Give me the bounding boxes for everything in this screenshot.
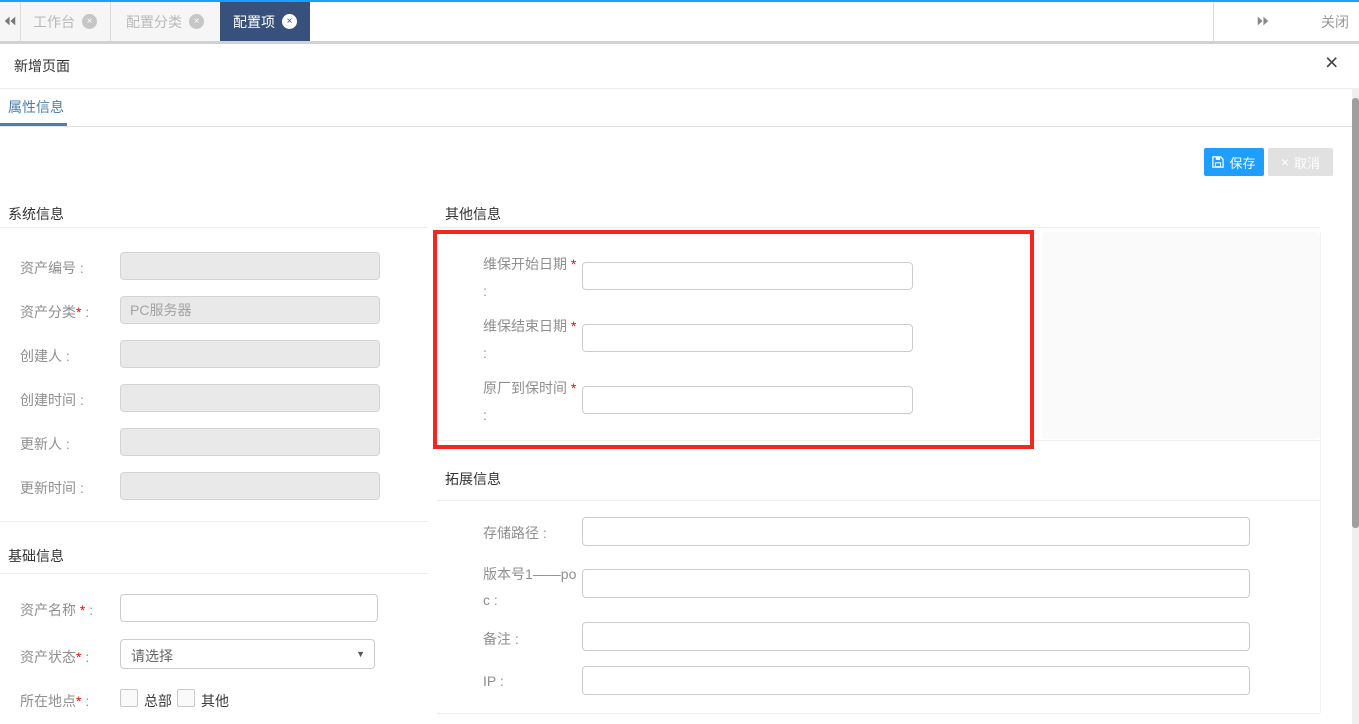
section-divider xyxy=(437,227,1320,228)
create-time-label: 创建时间 : xyxy=(20,390,84,410)
section-title-system-info: 系统信息 xyxy=(8,204,64,224)
asset-status-label: 资产状态* : xyxy=(20,647,89,667)
asset-code-input xyxy=(120,252,380,280)
scrollbar-thumb[interactable] xyxy=(1352,98,1359,528)
ip-input[interactable] xyxy=(582,666,1250,695)
remark-label: 备注 : xyxy=(483,629,519,649)
location-checkbox-other[interactable] xyxy=(177,689,195,707)
tab-attribute-info[interactable]: 属性信息 xyxy=(8,97,64,117)
section-divider xyxy=(0,227,428,228)
ip-label: IP : xyxy=(483,673,504,689)
chevron-down-icon: ▼ xyxy=(356,649,365,659)
maintenance-end-date-input[interactable] xyxy=(582,324,913,352)
tab-bar-right-area xyxy=(310,2,1359,41)
close-tabs-button[interactable]: 关闭 xyxy=(1311,2,1359,41)
header-divider xyxy=(0,88,1359,89)
asset-code-label: 资产编号 : xyxy=(20,258,84,278)
section-title-extend-info: 拓展信息 xyxy=(445,469,501,489)
creator-label: 创建人 : xyxy=(20,346,70,366)
dialog-close-icon[interactable]: × xyxy=(1325,50,1338,74)
section-divider xyxy=(437,500,1320,501)
update-time-label: 更新时间 : xyxy=(20,478,84,498)
tab-config-item-active[interactable]: 配置项 × xyxy=(220,2,310,41)
updater-label: 更新人 : xyxy=(20,434,70,454)
warranty-expiry-input[interactable] xyxy=(582,386,913,414)
version-label: 版本号1——poc : xyxy=(483,561,580,613)
version-input[interactable] xyxy=(582,569,1250,598)
section-divider xyxy=(0,521,428,522)
empty-panel-area xyxy=(1042,232,1320,439)
create-time-input xyxy=(120,384,380,412)
section-title-other-info: 其他信息 xyxy=(445,204,501,224)
section-divider xyxy=(437,713,1320,714)
cancel-button[interactable]: × 取消 xyxy=(1268,148,1333,176)
content-right-border xyxy=(1320,232,1321,713)
app-window: 工作台 × 配置分类 × 配置项 × 关闭 新增页面 × 属性信息 保存 xyxy=(0,0,1359,724)
section-divider xyxy=(0,573,428,574)
save-icon xyxy=(1212,156,1224,168)
tab-label: 工作台 xyxy=(33,12,75,32)
asset-category-label: 资产分类* : xyxy=(20,302,89,322)
double-right-arrow-icon xyxy=(1256,14,1270,30)
tab-close-icon[interactable]: × xyxy=(282,14,297,29)
maintenance-start-date-input[interactable] xyxy=(582,262,913,290)
remark-input[interactable] xyxy=(582,622,1250,651)
tab-config-category[interactable]: 配置分类 × xyxy=(110,2,221,41)
double-left-arrow-icon xyxy=(3,14,17,30)
page-title: 新增页面 xyxy=(14,56,70,76)
tab-label: 配置项 xyxy=(233,12,275,32)
tab-close-icon[interactable]: × xyxy=(189,14,204,29)
close-tabs-label: 关闭 xyxy=(1321,12,1349,32)
creator-input xyxy=(120,340,380,368)
cancel-label: 取消 xyxy=(1294,153,1320,172)
tabs-scroll-left-button[interactable] xyxy=(0,2,21,41)
storage-path-label: 存储路径 : xyxy=(483,523,547,543)
location-label: 所在地点* : xyxy=(20,691,89,711)
storage-path-input[interactable] xyxy=(582,517,1250,546)
select-value: 请选择 xyxy=(131,646,173,666)
tab-bar: 工作台 × 配置分类 × 配置项 × 关闭 xyxy=(0,2,1359,41)
tab-close-icon[interactable]: × xyxy=(82,14,97,29)
section-title-basic-info: 基础信息 xyxy=(8,546,64,566)
location-option-other-label: 其他 xyxy=(201,691,229,711)
update-time-input xyxy=(120,472,380,500)
updater-input xyxy=(120,428,380,456)
save-button[interactable]: 保存 xyxy=(1204,148,1264,176)
location-option-hq-label: 总部 xyxy=(144,691,172,711)
asset-category-input xyxy=(120,296,380,324)
asset-name-input[interactable] xyxy=(120,594,378,622)
tabs-scroll-right-button[interactable] xyxy=(1213,2,1313,41)
tab-bar-bottom-strip xyxy=(0,41,1359,44)
cancel-x-icon: × xyxy=(1281,155,1289,169)
location-checkbox-hq[interactable] xyxy=(120,689,138,707)
asset-name-label: 资产名称 * : xyxy=(20,600,93,620)
tabs-divider xyxy=(0,126,1359,127)
tab-label: 配置分类 xyxy=(126,12,182,32)
asset-status-select[interactable]: 请选择 ▼ xyxy=(120,639,375,669)
save-label: 保存 xyxy=(1229,153,1255,172)
tab-workbench[interactable]: 工作台 × xyxy=(20,2,111,41)
